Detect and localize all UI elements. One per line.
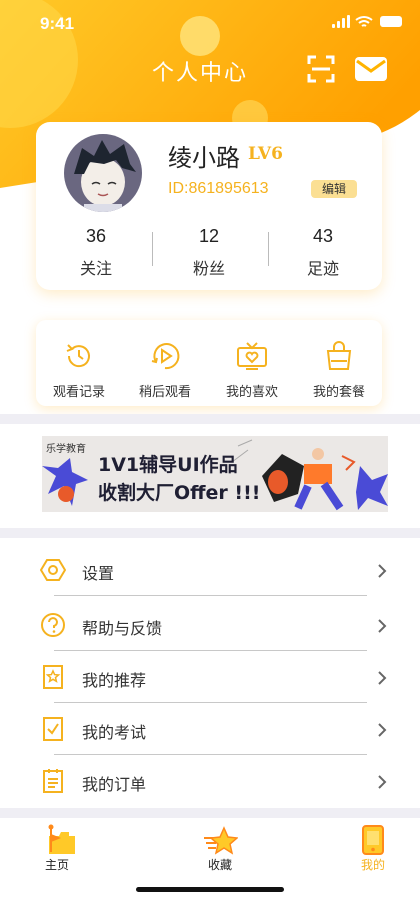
shopping-bag-icon bbox=[326, 341, 352, 370]
quick-action-label: 我的喜欢 bbox=[225, 385, 278, 400]
page-title: 个人中心 bbox=[151, 61, 248, 86]
chevron-right-icon bbox=[378, 671, 387, 685]
quick-action-label: 稍后观看 bbox=[138, 385, 191, 400]
menu-item-orders[interactable]: 我的订单 bbox=[0, 756, 420, 808]
settings-icon bbox=[40, 559, 66, 581]
menu-item-label: 帮助与反馈 bbox=[82, 619, 163, 638]
stat-label: 关注 bbox=[79, 259, 112, 278]
history-icon bbox=[66, 344, 90, 368]
stat-value: 43 bbox=[312, 226, 334, 246]
section-divider bbox=[0, 808, 420, 818]
phone-icon bbox=[362, 825, 384, 855]
edit-profile-button[interactable]: 编辑 bbox=[311, 180, 357, 198]
battery-icon bbox=[380, 16, 402, 27]
menu-item-exam[interactable]: 我的考试 bbox=[0, 704, 420, 756]
chevron-right-icon bbox=[378, 775, 387, 789]
home-indicator bbox=[136, 887, 284, 892]
stat-divider bbox=[268, 232, 269, 266]
section-divider bbox=[0, 528, 420, 538]
status-time: 9:41 bbox=[40, 14, 75, 33]
status-icons bbox=[332, 15, 402, 28]
home-flag-icon bbox=[48, 824, 75, 854]
tab-label: 我的 bbox=[360, 858, 385, 872]
menu-item-label: 设置 bbox=[82, 564, 115, 583]
menu-divider bbox=[54, 754, 367, 755]
menu-divider bbox=[54, 702, 367, 703]
banner-subheadline: 收割大厂Offer !!! bbox=[98, 482, 261, 504]
username: 绫小路 bbox=[168, 144, 240, 172]
heart-tv-icon bbox=[237, 342, 267, 370]
avatar[interactable] bbox=[64, 134, 142, 212]
quick-action-package[interactable]: 我的套餐 bbox=[296, 320, 382, 406]
quick-actions: 观看记录 稍后观看 我的喜欢 我的套餐 bbox=[36, 320, 382, 406]
quick-action-history[interactable]: 观看记录 bbox=[36, 320, 122, 406]
mail-icon[interactable] bbox=[355, 57, 387, 81]
chevron-right-icon bbox=[378, 564, 387, 578]
chevron-right-icon bbox=[378, 723, 387, 737]
stat-divider bbox=[152, 232, 153, 266]
level-badge: LV6 bbox=[248, 144, 283, 164]
chevron-right-icon bbox=[378, 619, 387, 633]
wifi-icon bbox=[355, 16, 373, 27]
status-bar: 9:41 bbox=[0, 0, 420, 44]
promo-banner[interactable]: 乐学教育 1V1辅导UI作品 收割大厂Offer !!! bbox=[42, 436, 388, 512]
banner-headline: 1V1辅导UI作品 bbox=[98, 454, 238, 476]
menu-item-settings[interactable]: 设置 bbox=[0, 545, 420, 597]
star-folder-icon bbox=[204, 826, 238, 855]
order-icon bbox=[43, 769, 63, 793]
user-id: ID:861895613 bbox=[168, 180, 269, 197]
stat-label: 粉丝 bbox=[192, 259, 225, 278]
section-divider bbox=[0, 414, 420, 424]
quick-action-likes[interactable]: 我的喜欢 bbox=[209, 320, 295, 406]
tab-home[interactable]: 主页 bbox=[17, 818, 97, 878]
signal-icon bbox=[332, 24, 335, 28]
menu-divider bbox=[54, 595, 367, 596]
menu-item-label: 我的考试 bbox=[82, 723, 147, 742]
menu-divider bbox=[54, 650, 367, 651]
tab-favorites[interactable]: 收藏 bbox=[180, 818, 260, 878]
menu-item-label: 我的订单 bbox=[82, 775, 147, 794]
profile-card: 绫小路 LV6 ID:861895613 编辑 36 关注 12 粉丝 43 足… bbox=[36, 122, 382, 290]
help-icon bbox=[41, 613, 65, 637]
play-later-icon bbox=[151, 343, 180, 370]
stat-label: 足迹 bbox=[306, 259, 339, 278]
stat-value: 12 bbox=[198, 226, 220, 246]
menu-item-label: 我的推荐 bbox=[82, 671, 147, 690]
tab-label: 收藏 bbox=[207, 858, 232, 872]
menu-item-recommend[interactable]: 我的推荐 bbox=[0, 652, 420, 704]
scan-icon[interactable] bbox=[306, 54, 336, 84]
quick-action-label: 观看记录 bbox=[52, 385, 105, 400]
recommend-icon bbox=[43, 665, 63, 689]
banner-brand: 乐学教育 bbox=[46, 444, 86, 455]
tab-label: 主页 bbox=[44, 858, 69, 872]
quick-action-label: 我的套餐 bbox=[312, 385, 365, 400]
quick-action-watch-later[interactable]: 稍后观看 bbox=[122, 320, 208, 406]
stat-footprints[interactable]: 43 足迹 bbox=[273, 226, 373, 279]
stat-value: 36 bbox=[85, 226, 107, 246]
stat-followers[interactable]: 12 粉丝 bbox=[159, 226, 259, 279]
tab-mine[interactable]: 我的 bbox=[333, 818, 413, 878]
menu-item-help[interactable]: 帮助与反馈 bbox=[0, 600, 420, 652]
exam-icon bbox=[43, 717, 63, 741]
stat-following[interactable]: 36 关注 bbox=[46, 226, 146, 279]
